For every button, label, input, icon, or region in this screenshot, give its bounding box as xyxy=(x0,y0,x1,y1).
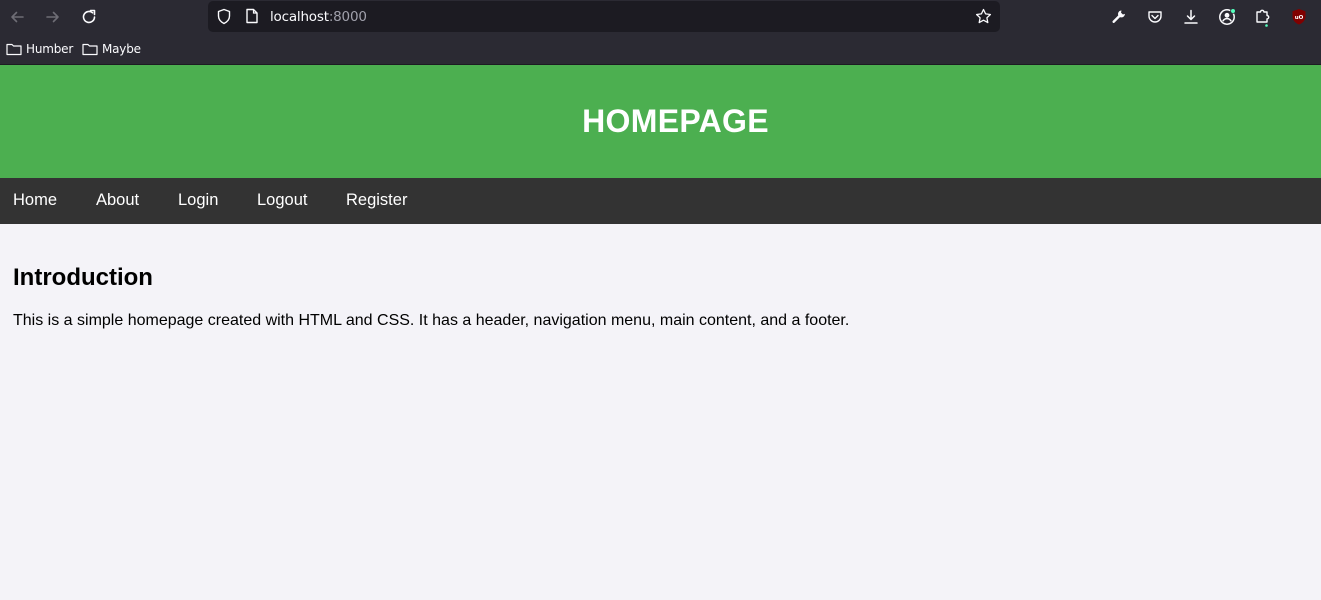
wrench-icon xyxy=(1112,10,1125,23)
pocket-button[interactable] xyxy=(1143,5,1167,29)
back-button[interactable] xyxy=(5,5,29,29)
arrow-left-icon xyxy=(11,11,24,23)
ublock-button[interactable]: uO xyxy=(1287,5,1311,29)
main-content: Introduction This is a simple homepage c… xyxy=(13,264,1303,330)
bookmark-maybe[interactable]: Maybe xyxy=(82,42,141,56)
url-bar[interactable]: localhost:8000 xyxy=(208,1,1000,32)
reload-icon xyxy=(82,9,96,24)
page-title: HOMEPAGE xyxy=(582,103,769,139)
bookmarks-bar xyxy=(0,34,1321,65)
svg-text:uO: uO xyxy=(1295,15,1304,21)
puzzle-icon xyxy=(1256,9,1270,27)
nav-link-register[interactable]: Register xyxy=(346,191,407,210)
section-heading: Introduction xyxy=(13,264,153,291)
nav-link-home[interactable]: Home xyxy=(13,191,57,210)
account-icon xyxy=(1219,8,1236,25)
extensions-button[interactable] xyxy=(1251,5,1275,29)
arrow-right-icon xyxy=(46,11,59,23)
nav-link-login[interactable]: Login xyxy=(178,191,218,210)
tools-button[interactable] xyxy=(1107,5,1131,29)
nav-link-logout[interactable]: Logout xyxy=(257,191,307,210)
nav-menu: Home About Login Logout Register xyxy=(0,178,1321,224)
download-icon xyxy=(1184,9,1198,24)
folder-icon xyxy=(82,43,98,56)
forward-button[interactable] xyxy=(41,5,65,29)
intro-paragraph: This is a simple homepage created with H… xyxy=(13,312,850,329)
url-host: localhost xyxy=(270,9,329,25)
bookmark-humber[interactable]: Humber xyxy=(6,42,73,56)
star-icon[interactable] xyxy=(975,8,992,25)
url-port: :8000 xyxy=(328,9,367,25)
bookmark-label: Humber xyxy=(26,42,74,56)
ublock-origin-icon: uO xyxy=(1292,9,1306,25)
browser-toolbar: localhost:8000 uO xyxy=(0,0,1321,34)
reload-button[interactable] xyxy=(77,5,101,29)
account-button[interactable] xyxy=(1215,5,1239,29)
bookmark-label: Maybe xyxy=(102,42,141,56)
page-icon xyxy=(246,8,258,24)
url-text[interactable]: localhost:8000 xyxy=(270,9,367,25)
pocket-icon xyxy=(1148,11,1162,23)
nav-link-about[interactable]: About xyxy=(96,191,139,210)
site-header: HOMEPAGE xyxy=(0,65,1321,178)
folder-icon xyxy=(6,43,22,56)
downloads-button[interactable] xyxy=(1179,5,1203,29)
shield-icon[interactable] xyxy=(216,8,232,25)
